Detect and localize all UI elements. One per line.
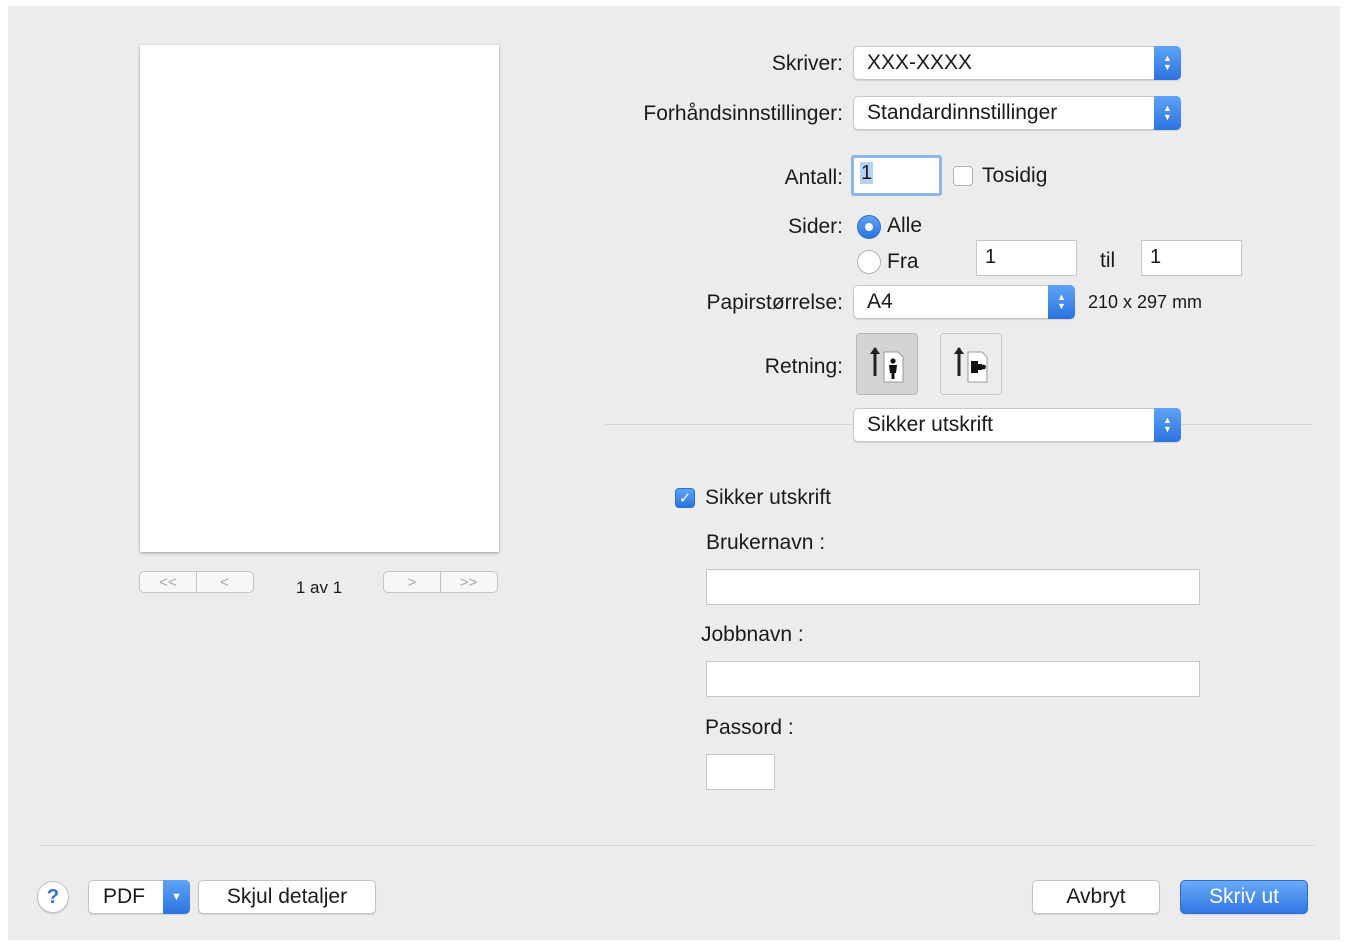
chevron-updown-icon: ▲ ▼: [1154, 46, 1181, 80]
chevron-right-icon: >: [407, 573, 417, 591]
paper-dimensions: 210 x 297 mm: [1088, 292, 1203, 312]
double-chevron-left-icon: <<: [159, 573, 177, 591]
pages-all-radio[interactable]: [857, 215, 881, 239]
chevron-down-icon: ▼: [163, 880, 190, 914]
section-popup-value: Sikker utskrift: [867, 413, 994, 436]
pages-to-value: 1: [1150, 246, 1162, 268]
jobname-label: Jobbnavn :: [701, 623, 804, 646]
copies-field[interactable]: 1: [851, 155, 942, 196]
paper-size-popup[interactable]: A4 ▲ ▼: [853, 285, 1075, 319]
landscape-button[interactable]: [940, 333, 1002, 395]
section-popup[interactable]: Sikker utskrift ▲ ▼: [853, 408, 1181, 442]
password-label: Passord :: [705, 716, 794, 739]
secure-print-label: Sikker utskrift: [705, 486, 832, 509]
paper-size-value: A4: [867, 290, 893, 313]
orientation-label: Retning:: [764, 355, 843, 378]
help-button[interactable]: ?: [37, 881, 69, 913]
footer-divider: [40, 845, 1314, 846]
printer-popup[interactable]: XXX-XXXX ▲ ▼: [853, 46, 1181, 80]
printer-label: Skriver:: [771, 52, 843, 75]
copies-value: 1: [860, 162, 874, 184]
copies-label: Antall:: [784, 166, 843, 189]
pages-range-radio[interactable]: [857, 250, 881, 274]
first-page-button[interactable]: <<: [140, 572, 196, 592]
print-button[interactable]: Skriv ut: [1180, 880, 1308, 914]
page-preview: [140, 45, 499, 552]
portrait-orientation-icon: [870, 347, 904, 383]
hide-details-button[interactable]: Skjul detaljer: [198, 880, 376, 914]
duplex-checkbox[interactable]: [953, 166, 973, 186]
secure-print-checkbox[interactable]: ✓: [675, 488, 695, 508]
pages-from-value: 1: [985, 246, 997, 268]
double-chevron-right-icon: >>: [459, 573, 478, 591]
pdf-menu-button[interactable]: PDF ▼: [88, 880, 190, 914]
help-icon: ?: [46, 886, 60, 908]
pages-from-field[interactable]: 1: [976, 240, 1077, 276]
landscape-orientation-icon: [954, 347, 988, 383]
pages-label: Sider:: [788, 215, 843, 238]
cancel-button[interactable]: Avbryt: [1032, 880, 1160, 914]
presets-label: Forhåndsinnstillinger:: [643, 102, 843, 125]
presets-popup[interactable]: Standardinnstillinger ▲ ▼: [853, 96, 1181, 130]
pages-to-label: til: [1100, 249, 1116, 272]
presets-value: Standardinnstillinger: [867, 101, 1058, 124]
last-page-button[interactable]: >>: [440, 572, 496, 592]
jobname-field[interactable]: [706, 661, 1200, 697]
next-page-button[interactable]: >: [384, 572, 440, 592]
chevron-updown-icon: ▲ ▼: [1048, 285, 1075, 319]
cancel-label: Avbryt: [1066, 885, 1126, 908]
print-label: Skriv ut: [1208, 885, 1279, 908]
duplex-label: Tosidig: [982, 164, 1048, 187]
chevron-updown-icon: ▲ ▼: [1154, 96, 1181, 130]
preview-nav-back: << <: [139, 571, 254, 593]
pages-to-field[interactable]: 1: [1141, 240, 1242, 276]
portrait-button[interactable]: [856, 333, 918, 395]
checkmark-icon: ✓: [678, 490, 692, 507]
username-label: Brukernavn :: [706, 531, 826, 554]
pages-range-label: Fra: [887, 250, 919, 273]
previous-page-button[interactable]: <: [196, 572, 252, 592]
pdf-label: PDF: [103, 885, 145, 908]
hide-details-label: Skjul detaljer: [226, 885, 348, 908]
chevron-left-icon: <: [220, 573, 229, 591]
username-field[interactable]: [706, 569, 1200, 605]
pages-all-label: Alle: [887, 214, 923, 237]
paper-size-label: Papirstørrelse:: [706, 291, 843, 314]
chevron-updown-icon: ▲ ▼: [1154, 408, 1181, 442]
page-indicator: 1 av 1: [295, 578, 343, 597]
preview-nav-forward: > >>: [383, 571, 498, 593]
password-field[interactable]: [706, 754, 775, 790]
printer-value: XXX-XXXX: [867, 51, 973, 74]
